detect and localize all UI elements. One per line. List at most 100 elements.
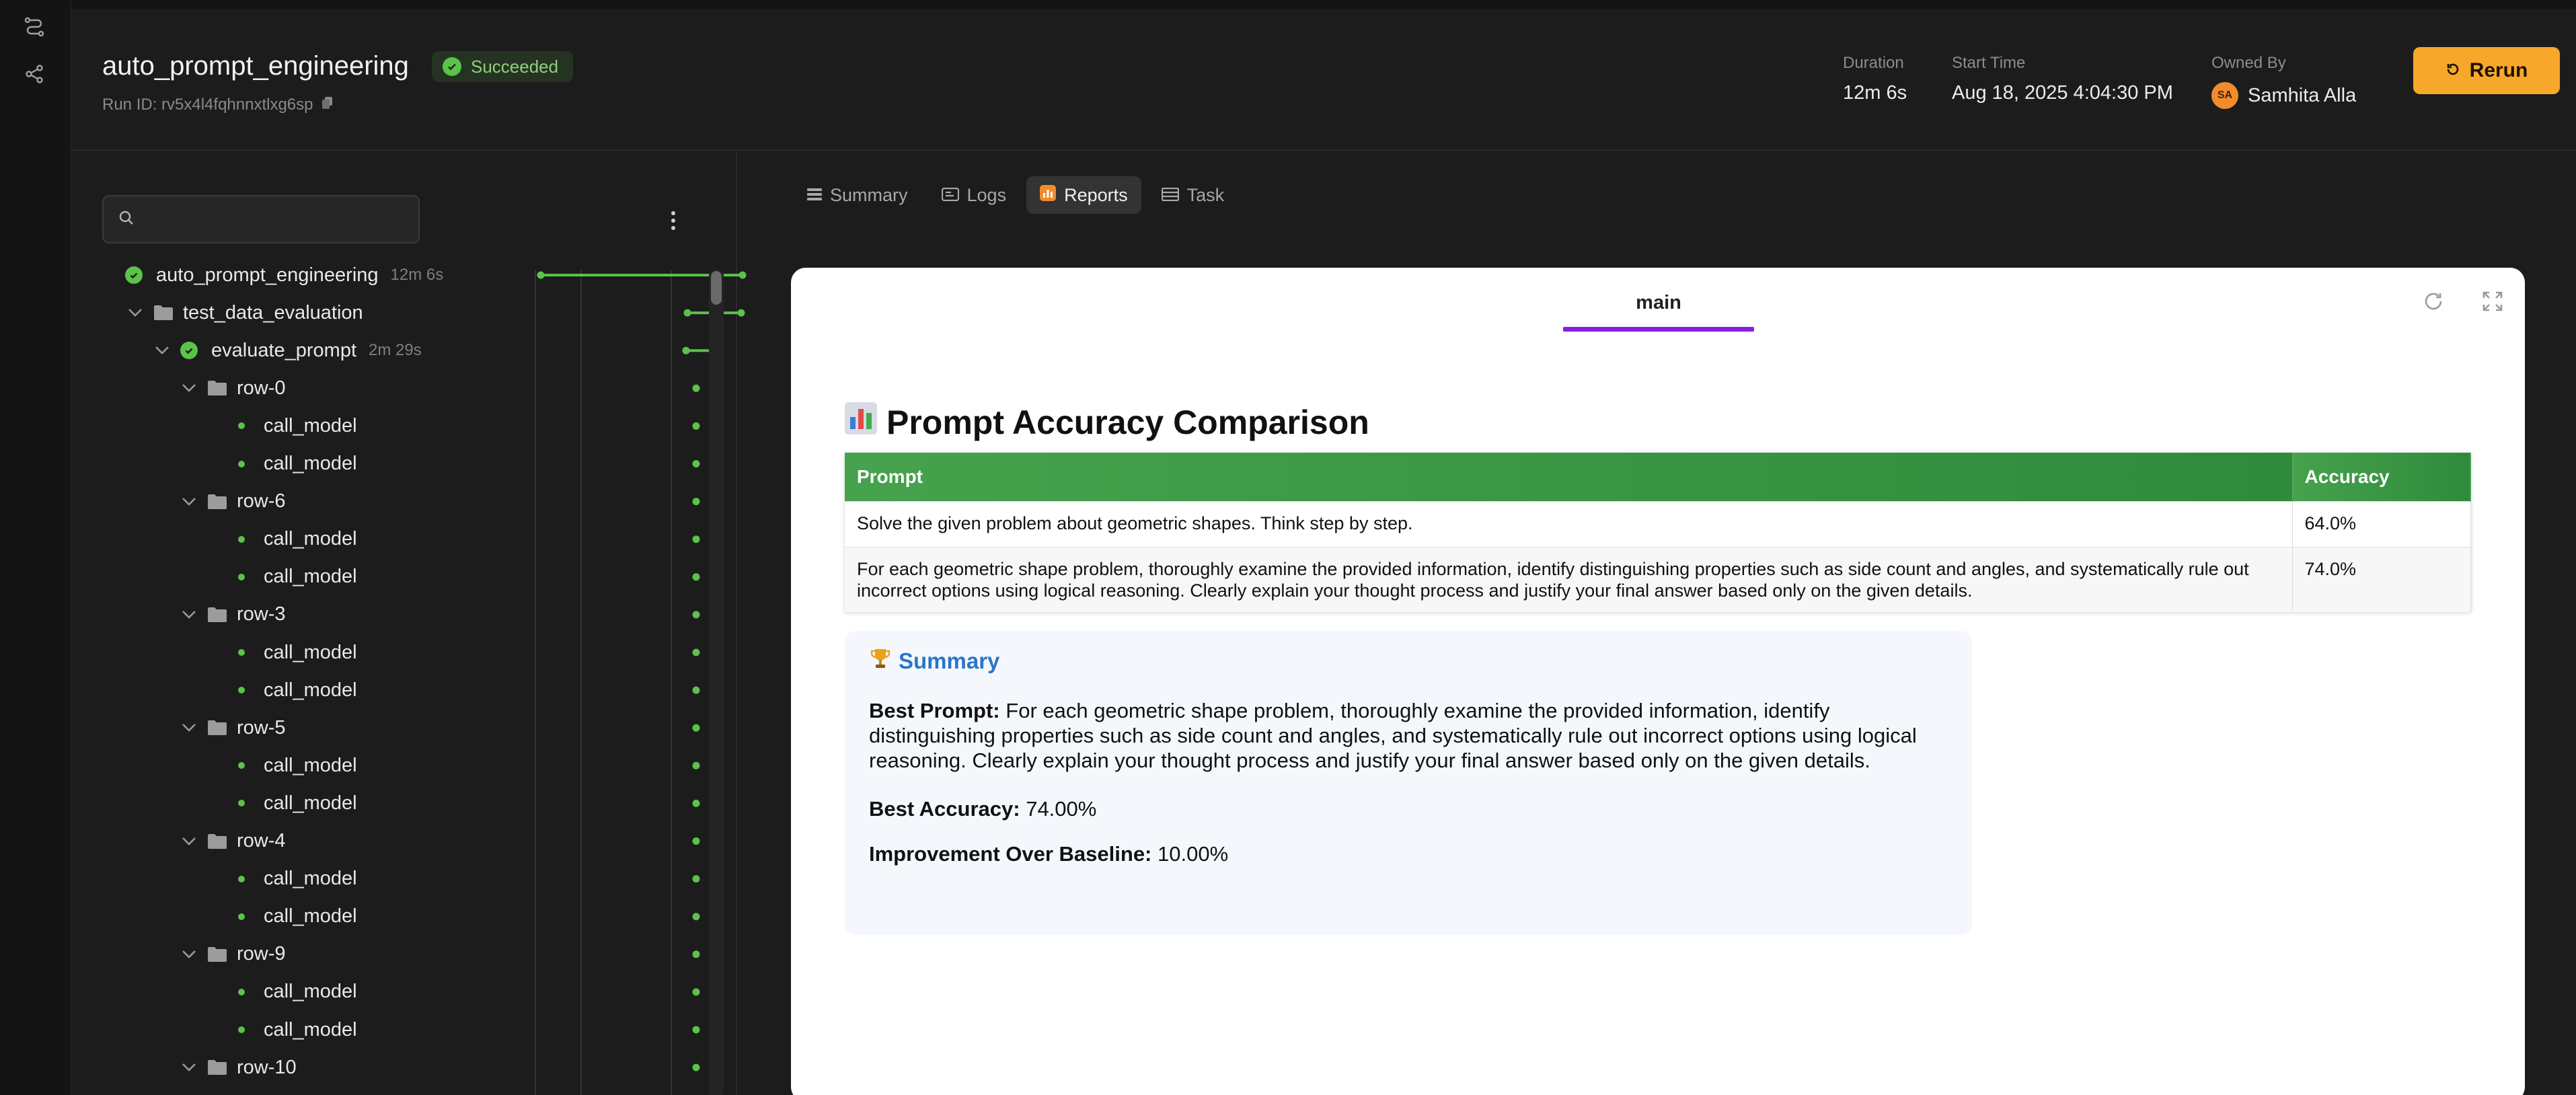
timeline-dot — [692, 535, 700, 543]
tree-scrollbar[interactable] — [709, 270, 724, 1095]
status-dot-icon — [238, 875, 245, 882]
tab-reports[interactable]: Reports — [1026, 176, 1141, 214]
task-icon — [1161, 185, 1179, 206]
status-dot-icon — [238, 988, 245, 995]
chevron-down-icon[interactable] — [179, 605, 199, 625]
best-accuracy: Best Accuracy: 74.00% — [869, 796, 1948, 821]
search-box[interactable] — [102, 195, 420, 243]
rerun-button[interactable]: Rerun — [2413, 47, 2560, 94]
tree-node-name: call_model — [264, 453, 357, 474]
tree-row[interactable]: row-4 — [179, 823, 286, 860]
tree-node-duration: 12m 6s — [390, 266, 444, 284]
tree-row[interactable]: evaluate_prompt 2m 29s — [152, 332, 422, 369]
search-icon — [118, 210, 135, 229]
chevron-down-icon[interactable] — [179, 944, 199, 965]
run-id: Run ID: rv5x4l4fqhnnxtlxg6sp — [102, 96, 334, 114]
tree-row[interactable]: call_model — [238, 445, 357, 483]
timeline-dot — [692, 1026, 700, 1034]
tree-row[interactable]: call_model — [238, 747, 357, 784]
folder-icon — [153, 305, 174, 321]
report-tab-underline — [1563, 327, 1754, 332]
status-dot-icon — [238, 913, 245, 920]
run-header: auto_prompt_engineering Succeeded Run ID… — [71, 9, 2576, 151]
status-dot-icon — [238, 800, 245, 807]
timeline-dot — [692, 913, 700, 921]
refresh-icon[interactable] — [2420, 288, 2447, 315]
tree-row[interactable]: call_model — [238, 671, 357, 709]
tree-row[interactable]: call_model — [238, 898, 357, 936]
owner-name: Samhita Alla — [2248, 84, 2357, 106]
tree-node-name: evaluate_prompt — [211, 339, 357, 361]
chevron-down-icon[interactable] — [152, 340, 172, 361]
tree-node-name: row-4 — [237, 830, 286, 852]
tree-row[interactable]: call_model — [238, 634, 357, 671]
scroll-thumb[interactable] — [711, 271, 722, 305]
status-badge: Succeeded — [432, 51, 574, 82]
tree-row[interactable]: call_model — [238, 784, 357, 822]
status-dot-icon — [238, 687, 245, 694]
tree-row[interactable]: row-3 — [179, 596, 286, 634]
start-time-meta: Start Time Aug 18, 2025 4:04:30 PM — [1952, 54, 2173, 104]
status-text: Succeeded — [471, 56, 559, 77]
tab-logs-label: Logs — [967, 184, 1007, 205]
tree-row[interactable]: row-0 — [179, 369, 286, 407]
tree-row[interactable]: row-6 — [179, 483, 286, 521]
tree-row[interactable]: call_model — [238, 521, 357, 558]
tree-row[interactable]: row-9 — [179, 936, 286, 973]
folder-icon — [207, 833, 227, 849]
best-prompt: Best Prompt: For each geometric shape pr… — [869, 698, 1948, 773]
tree-row[interactable]: call_model — [238, 1011, 357, 1049]
tree-row[interactable]: row-10 — [179, 1049, 297, 1086]
owner-value: SA Samhita Alla — [2211, 82, 2356, 109]
best-prompt-label: Best Prompt: — [869, 699, 1000, 722]
fullscreen-icon[interactable] — [2479, 288, 2506, 315]
tree-node-name: call_model — [264, 1018, 357, 1041]
report-tab-main[interactable]: main — [1563, 292, 1754, 314]
tree-row[interactable]: test_data_evaluation — [125, 294, 363, 332]
timeline-dot — [692, 611, 700, 619]
tab-logs[interactable]: Logs — [928, 176, 1020, 214]
chevron-down-icon[interactable] — [125, 303, 145, 323]
success-check-icon — [180, 342, 198, 360]
chevron-down-icon[interactable] — [179, 492, 199, 512]
timeline-dot — [692, 1063, 700, 1071]
chevron-down-icon[interactable] — [179, 718, 199, 738]
tab-task[interactable]: Task — [1148, 176, 1238, 214]
summary-icon — [807, 185, 822, 206]
tree-row[interactable]: call_model — [238, 558, 357, 596]
owner-label: Owned By — [2211, 54, 2286, 72]
table-row: For each geometric shape problem, thorou… — [845, 546, 2471, 613]
timeline-dot — [692, 422, 700, 430]
tab-summary[interactable]: Summary — [794, 176, 921, 214]
tab-reports-label: Reports — [1064, 184, 1128, 205]
tree-row[interactable]: call_model — [238, 973, 357, 1011]
report-heading: Prompt Accuracy Comparison — [845, 402, 1369, 443]
folder-icon — [207, 380, 227, 396]
tab-summary-label: Summary — [830, 184, 908, 205]
tree-row[interactable]: call_model — [238, 860, 357, 898]
success-check-icon — [125, 266, 143, 284]
best-accuracy-label: Best Accuracy: — [869, 796, 1020, 821]
share-icon[interactable] — [22, 62, 46, 86]
timeline-dot — [692, 724, 700, 732]
tree-node-name: row-3 — [237, 603, 286, 626]
timeline-dot — [692, 761, 700, 769]
tree-row[interactable]: call_model — [238, 407, 357, 445]
timeline-dot — [692, 384, 700, 392]
more-options-icon[interactable] — [663, 207, 683, 234]
chevron-down-icon[interactable] — [179, 378, 199, 398]
timeline-dot — [692, 686, 700, 694]
prompt-cell: For each geometric shape problem, thorou… — [845, 546, 2293, 613]
tree-row[interactable]: auto_prompt_engineering 12m 6s — [125, 256, 443, 294]
copy-icon[interactable] — [321, 96, 334, 114]
timeline-dot — [692, 460, 700, 467]
chevron-down-icon[interactable] — [179, 831, 199, 852]
chevron-down-icon[interactable] — [179, 1057, 199, 1078]
workflow-icon[interactable] — [22, 15, 46, 39]
tree-row[interactable]: row-5 — [179, 709, 286, 747]
rerun-label: Rerun — [2469, 59, 2528, 81]
tree-node-name: row-6 — [237, 490, 286, 513]
left-rail — [0, 0, 71, 1095]
folder-icon — [207, 494, 227, 510]
search-input[interactable] — [144, 209, 413, 230]
